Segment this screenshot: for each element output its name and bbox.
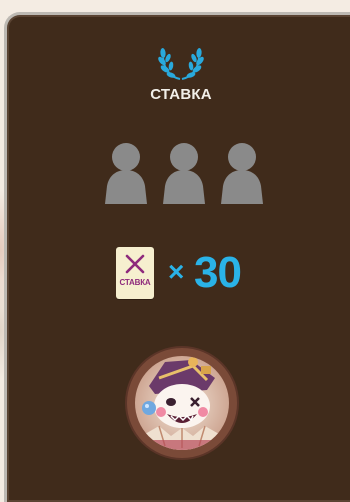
multiplier-symbol: × — [168, 256, 185, 287]
character-avatar-frame[interactable] — [127, 348, 237, 458]
player-slots — [100, 142, 270, 206]
ticket-label: СТАВКА — [119, 278, 151, 287]
panel-title: СТАВКА — [150, 86, 212, 103]
laurel-wreath-icon — [158, 48, 204, 80]
person-silhouette-icon — [105, 143, 147, 204]
clown-character-avatar — [135, 356, 229, 450]
person-silhouette-icon — [163, 143, 205, 204]
person-silhouette-icon — [221, 143, 263, 204]
cross-icon — [125, 254, 145, 274]
bet-ticket: СТАВКА — [116, 247, 154, 299]
bet-amount: 30 — [194, 248, 242, 297]
bet-amount-row: СТАВКА × 30 — [116, 247, 256, 301]
